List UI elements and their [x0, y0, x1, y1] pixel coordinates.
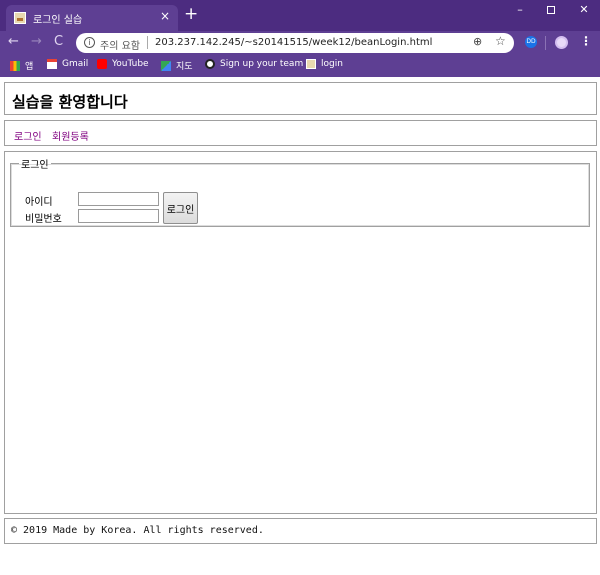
- page-favicon-icon: [14, 12, 26, 24]
- id-label: 아이디: [25, 197, 53, 208]
- maximize-icon: [547, 6, 555, 14]
- minimize-button[interactable]: –: [510, 3, 530, 16]
- tab-title: 로그인 실습: [33, 15, 83, 26]
- menu-icon[interactable]: ⋮: [580, 34, 592, 48]
- bookmark-label: YouTube: [112, 59, 149, 69]
- footer-text: © 2019 Made by Korea. All rights reserve…: [11, 525, 264, 536]
- password-label: 비밀번호: [25, 214, 62, 225]
- bookmark-label: login: [321, 59, 343, 69]
- reload-button[interactable]: C: [54, 34, 63, 50]
- bookmark-maps[interactable]: 지도: [161, 59, 193, 72]
- bookmark-star-icon[interactable]: ☆: [495, 34, 506, 48]
- profile-icon[interactable]: [555, 36, 568, 49]
- page-icon: [306, 59, 316, 69]
- login-fieldset: 로그인 아이디 비밀번호 로그인: [10, 156, 590, 227]
- youtube-icon: [97, 59, 107, 69]
- github-icon: [205, 59, 215, 69]
- browser-toolbar: ← → C i 주의 요함 203.237.142.245/~s20141515…: [0, 31, 600, 55]
- bookmark-label: 지도: [176, 62, 193, 72]
- page-nav: 로그인 회원등록: [4, 120, 597, 146]
- address-separator: [147, 36, 148, 49]
- close-window-button[interactable]: ✕: [574, 3, 594, 16]
- url-text[interactable]: 203.237.142.245/~s20141515/week12/beanLo…: [155, 37, 432, 48]
- security-warning[interactable]: 주의 요함: [100, 37, 140, 52]
- login-button[interactable]: 로그인: [163, 192, 198, 224]
- gmail-icon: [47, 59, 57, 69]
- browser-tab[interactable]: 로그인 실습 ×: [6, 5, 178, 31]
- info-icon[interactable]: i: [84, 37, 95, 48]
- page-footer: © 2019 Made by Korea. All rights reserve…: [4, 518, 597, 544]
- forward-button[interactable]: →: [31, 34, 42, 50]
- zoom-icon[interactable]: ⊕: [473, 35, 482, 48]
- bookmark-gmail[interactable]: Gmail: [47, 59, 88, 69]
- page-header: 실습을 환영합니다: [4, 82, 597, 115]
- bookmark-label: Gmail: [62, 59, 89, 69]
- extension-icon[interactable]: DD: [525, 36, 537, 48]
- bookmark-login[interactable]: login: [306, 59, 343, 69]
- maximize-button[interactable]: [541, 3, 561, 17]
- maps-icon: [161, 60, 171, 71]
- bookmark-github[interactable]: Sign up your team: [205, 59, 303, 69]
- main-section: 로그인 아이디 비밀번호 로그인: [4, 151, 597, 514]
- page-content: 실습을 환영합니다 로그인 회원등록 로그인 아이디 비밀번호 로그인 © 20…: [0, 77, 600, 575]
- id-input[interactable]: [78, 192, 159, 206]
- new-tab-button[interactable]: +: [184, 6, 198, 23]
- back-button[interactable]: ←: [8, 34, 19, 50]
- bookmark-apps[interactable]: 앱: [10, 59, 33, 72]
- bookmark-label: 앱: [25, 62, 34, 72]
- bookmark-youtube[interactable]: YouTube: [97, 59, 149, 69]
- page-title: 실습을 환영합니다: [12, 93, 128, 111]
- bookmark-label: Sign up your team: [220, 59, 304, 69]
- password-input[interactable]: [78, 209, 159, 223]
- apps-icon: [10, 60, 20, 71]
- address-bar[interactable]: i 주의 요함 203.237.142.245/~s20141515/week1…: [76, 33, 514, 53]
- tab-close-icon[interactable]: ×: [160, 9, 170, 23]
- bookmarks-bar: 앱 Gmail YouTube 지도 Sign up your team log…: [0, 55, 600, 77]
- browser-tab-bar: 로그인 실습 × + – ✕: [0, 0, 600, 31]
- login-legend: 로그인: [21, 160, 49, 171]
- nav-link-login[interactable]: 로그인: [14, 128, 42, 143]
- toolbar-separator: [545, 36, 546, 50]
- nav-link-register[interactable]: 회원등록: [52, 128, 89, 143]
